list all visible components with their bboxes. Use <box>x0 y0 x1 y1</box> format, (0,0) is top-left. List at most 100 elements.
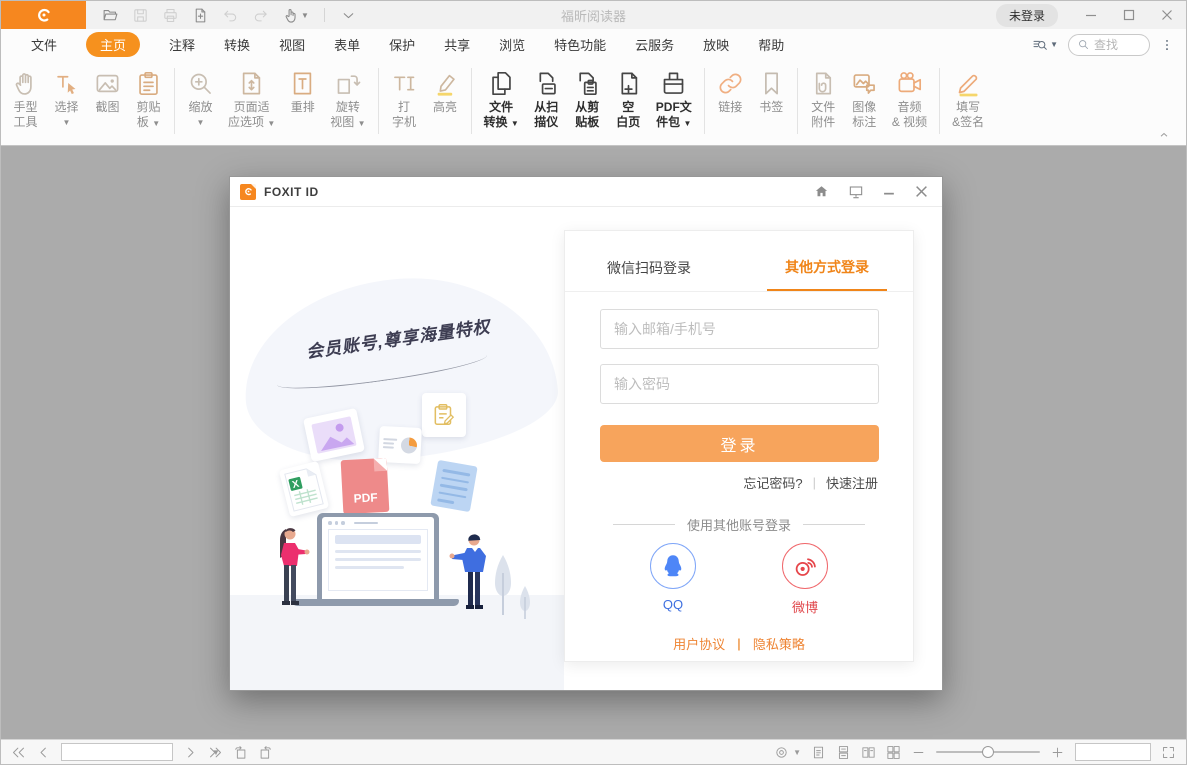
qat-undo-button[interactable] <box>222 7 239 24</box>
highlighter-icon <box>432 70 459 97</box>
fullscreen-button[interactable] <box>1161 745 1176 760</box>
ribbon-rotate-view-button[interactable]: 旋转视图 ▼ <box>323 66 372 132</box>
menu-tab-视图[interactable]: 视图 <box>279 35 305 54</box>
monitor-icon[interactable] <box>848 184 864 200</box>
email-field[interactable] <box>600 309 879 349</box>
qat-redo-button[interactable] <box>252 7 269 24</box>
ribbon-blank-page-button[interactable]: 空白页 <box>608 66 649 132</box>
ribbon-fit-page-button[interactable]: 页面适应选项 ▼ <box>221 66 282 132</box>
password-field[interactable] <box>600 364 879 404</box>
menu-tab-放映[interactable]: 放映 <box>703 35 729 54</box>
menu-tab-保护[interactable]: 保护 <box>389 35 415 54</box>
last-page-button[interactable] <box>208 745 223 760</box>
tab-other-login[interactable]: 其他方式登录 <box>767 257 887 291</box>
ribbon-highlighter-button[interactable]: 高亮 <box>425 66 466 131</box>
rotate-right-button[interactable] <box>258 745 273 760</box>
ribbon-scanner-button[interactable]: 从扫描仪 <box>526 66 567 132</box>
snapshot-icon <box>94 70 121 97</box>
find-input[interactable] <box>1094 38 1140 52</box>
ribbon-link-button[interactable]: 链接 <box>710 66 751 116</box>
ribbon-portfolio-button[interactable]: PDF文件包 ▼ <box>649 66 699 132</box>
dialog-title-bar: FOXIT ID <box>230 177 942 207</box>
single-page-view-button[interactable] <box>811 745 826 760</box>
ribbon-video-button[interactable]: 音频& 视频 <box>885 66 934 131</box>
forgot-password-link[interactable]: 忘记密码? <box>743 473 802 492</box>
login-button[interactable]: 登录 <box>600 425 879 462</box>
ribbon-zoom-plus-button[interactable]: 缩放▼ <box>180 66 221 132</box>
menu-tab-云服务[interactable]: 云服务 <box>635 35 674 54</box>
advanced-search-button[interactable]: ▼ <box>1032 37 1058 53</box>
prev-page-button[interactable] <box>36 745 51 760</box>
ribbon-reflow-button[interactable]: 重排 <box>282 66 323 132</box>
continuous-facing-view-button[interactable] <box>886 745 901 760</box>
weibo-login-button[interactable]: 微博 <box>782 543 828 616</box>
zoom-slider-knob[interactable] <box>982 746 994 758</box>
menu-tab-注释[interactable]: 注释 <box>169 35 195 54</box>
maximize-button[interactable] <box>1110 1 1148 29</box>
weibo-label: 微博 <box>782 597 828 616</box>
view-mode-eye-button[interactable] <box>774 745 789 760</box>
menu-tab-表单[interactable]: 表单 <box>334 35 360 54</box>
continuous-view-button[interactable] <box>836 745 851 760</box>
zoom-slider[interactable] <box>936 744 1040 760</box>
zoom-level-combo[interactable]: ▼ <box>1075 743 1151 761</box>
menu-tab-帮助[interactable]: 帮助 <box>758 35 784 54</box>
ribbon-button-label: 高亮 <box>433 100 457 115</box>
facing-view-button[interactable] <box>861 745 876 760</box>
menu-tab-共享[interactable]: 共享 <box>444 35 470 54</box>
qat-save-button[interactable] <box>132 7 149 24</box>
ribbon-attach-button[interactable]: 文件附件 <box>803 66 844 131</box>
qat-folder-open-button[interactable] <box>102 7 119 24</box>
dbl-right-icon <box>208 745 223 760</box>
quick-access-toolbar: ▼ <box>102 7 357 24</box>
ribbon-image-annot-button[interactable]: 图像标注 <box>844 66 885 131</box>
rotate-left-button[interactable] <box>233 745 248 760</box>
ribbon-snapshot-button[interactable]: 截图 <box>87 66 128 132</box>
first-page-button[interactable] <box>11 745 26 760</box>
login-status-badge[interactable]: 未登录 <box>996 4 1058 27</box>
menu-tab-主页[interactable]: 主页 <box>86 32 140 57</box>
privacy-policy-link[interactable]: 隐私策略 <box>753 634 805 653</box>
qat-hand-pointer-button[interactable]: ▼ <box>282 7 309 24</box>
pie-chart-glyph <box>401 437 418 454</box>
menu-tab-文件[interactable]: 文件 <box>31 35 57 54</box>
tab-wechat-login[interactable]: 微信扫码登录 <box>607 258 691 291</box>
dialog-close-icon[interactable] <box>915 185 928 198</box>
qat-chevron-down-button[interactable] <box>340 7 357 24</box>
quick-register-link[interactable]: 快速注册 <box>826 473 878 492</box>
zoom-out-button[interactable] <box>911 745 926 760</box>
user-agreement-link[interactable]: 用户协议 <box>673 634 725 653</box>
ribbon-select-cursor-button[interactable]: 选择▼ <box>46 66 87 132</box>
ribbon-fill-sign-button[interactable]: 填写&签名 <box>945 66 991 131</box>
qat-print-button[interactable] <box>162 7 179 24</box>
collapse-ribbon-button[interactable] <box>1158 129 1170 141</box>
menu-tab-特色功能[interactable]: 特色功能 <box>554 35 606 54</box>
typewriter-icon <box>391 70 418 97</box>
ribbon-group: 填写&签名 <box>945 66 991 131</box>
page-single-icon <box>811 745 826 760</box>
qat-new-page-button[interactable] <box>192 7 209 24</box>
ribbon-bookmark-button[interactable]: 书签 <box>751 66 792 116</box>
next-page-button[interactable] <box>183 745 198 760</box>
dialog-minimize-icon[interactable] <box>883 185 896 198</box>
zoom-plus-icon <box>187 70 214 97</box>
ribbon-typewriter-button[interactable]: 打字机 <box>384 66 425 131</box>
more-options-icon[interactable] <box>1160 38 1174 52</box>
close-button[interactable] <box>1148 1 1186 29</box>
ribbon-hand-tool-button[interactable]: 手型工具 <box>5 66 46 132</box>
clipboard-edit-icon <box>422 393 466 437</box>
page-number-combo[interactable]: ▼ <box>61 743 173 761</box>
ribbon-from-clipboard-button[interactable]: 从剪贴板 <box>567 66 608 132</box>
note-doc-icon <box>430 460 477 512</box>
magnifier-icon <box>1077 38 1090 51</box>
qq-login-button[interactable]: QQ <box>650 543 696 612</box>
foxit-logo[interactable] <box>1 1 86 29</box>
menu-tab-浏览[interactable]: 浏览 <box>499 35 525 54</box>
link-icon <box>717 70 744 97</box>
zoom-in-button[interactable] <box>1050 745 1065 760</box>
ribbon-clipboard-button[interactable]: 剪贴板 ▼ <box>128 66 169 132</box>
home-icon[interactable] <box>814 184 829 199</box>
minimize-button[interactable] <box>1072 1 1110 29</box>
ribbon-convert-button[interactable]: 文件转换 ▼ <box>477 66 526 132</box>
menu-tab-转换[interactable]: 转换 <box>224 35 250 54</box>
